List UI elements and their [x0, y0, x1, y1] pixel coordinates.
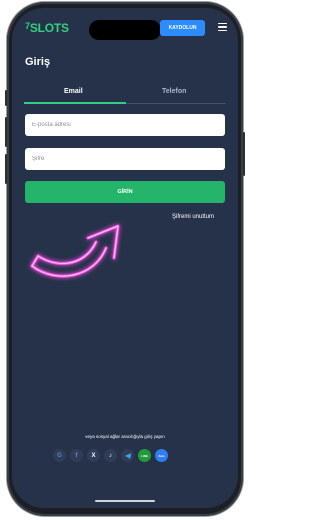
hamburger-menu-icon[interactable]	[218, 23, 227, 32]
page-title: Giriş	[25, 56, 51, 68]
side-button	[243, 132, 245, 176]
side-button	[5, 117, 7, 147]
google-icon[interactable]: G	[53, 449, 66, 462]
neon-arrow-icon	[30, 224, 120, 278]
tab-email[interactable]: Email	[64, 88, 83, 95]
logo: 7SLOTS	[25, 21, 69, 35]
facebook-icon[interactable]: f	[70, 449, 83, 462]
active-tab-indicator	[24, 102, 126, 104]
social-login-caption: veya sosyal ağlar aracılığıyla giriş yap…	[85, 434, 165, 439]
tab-divider	[126, 103, 226, 104]
social-login-row: G f X ♪ LINE Zalo	[53, 449, 168, 462]
telegram-icon[interactable]	[121, 449, 134, 462]
line-icon[interactable]: LINE	[138, 449, 151, 462]
x-icon[interactable]: X	[87, 449, 100, 462]
email-input[interactable]	[25, 114, 225, 136]
logo-number: 7	[25, 21, 30, 31]
side-button	[5, 154, 7, 184]
zalo-icon[interactable]: Zalo	[155, 449, 168, 462]
login-button[interactable]: GİRİN	[25, 181, 225, 203]
dynamic-island	[89, 20, 161, 40]
app-screen: 7SLOTS KAYDOLUN Giriş Email Telefon GİRİ…	[12, 8, 238, 508]
signup-button[interactable]: KAYDOLUN	[160, 20, 205, 36]
tiktok-icon[interactable]: ♪	[104, 449, 117, 462]
side-button	[5, 90, 7, 106]
forgot-password-link[interactable]: Şifremi unuttum	[172, 214, 214, 220]
home-indicator	[95, 500, 155, 502]
tab-phone[interactable]: Telefon	[162, 88, 186, 95]
logo-text: SLOTS	[29, 21, 69, 35]
password-input[interactable]	[25, 148, 225, 170]
